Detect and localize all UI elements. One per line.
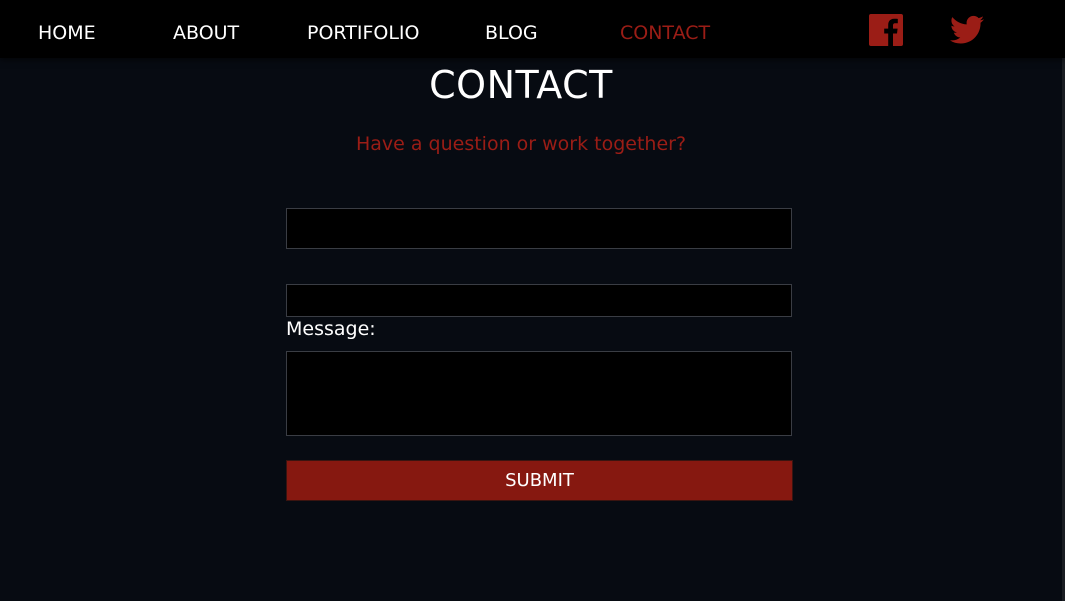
top-navigation-bar: HOME ABOUT PORTIFOLIO BLOG CONTACT: [0, 0, 1065, 58]
facebook-link[interactable]: [869, 14, 903, 46]
page-subtitle: Have a question or work together?: [355, 133, 687, 155]
page-title: CONTACT: [429, 63, 613, 107]
nav-link-portifolio[interactable]: PORTIFOLIO: [307, 21, 419, 45]
nav-link-home[interactable]: HOME: [38, 21, 96, 45]
message-label: Message:: [286, 318, 376, 340]
message-textarea[interactable]: [286, 351, 792, 436]
name-input[interactable]: [286, 208, 792, 249]
facebook-icon: [869, 14, 903, 46]
twitter-icon: [950, 15, 984, 44]
contact-section: CONTACT Have a question or work together…: [0, 58, 1065, 601]
submit-button[interactable]: SUBMIT: [286, 460, 793, 501]
twitter-link[interactable]: [950, 15, 984, 45]
nav-link-about[interactable]: ABOUT: [173, 21, 239, 45]
nav-link-blog[interactable]: BLOG: [485, 21, 538, 45]
email-input[interactable]: [286, 284, 792, 317]
nav-link-contact[interactable]: CONTACT: [620, 21, 710, 45]
